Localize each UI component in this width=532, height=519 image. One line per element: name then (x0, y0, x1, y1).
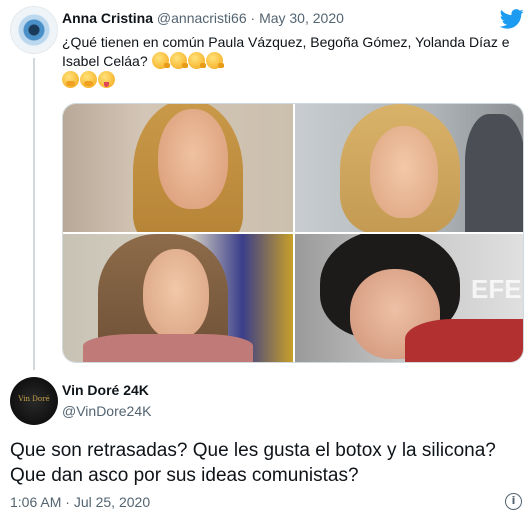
reply-tweet-text: Que son retrasadas? Que les gusta el bot… (10, 440, 496, 486)
face-with-hand-over-mouth-icon (62, 71, 79, 88)
photo-2[interactable] (295, 104, 523, 232)
thinking-face-icon (151, 52, 170, 69)
reply-author-handle[interactable]: @VinDore24K (62, 403, 151, 419)
author-avatar[interactable] (10, 6, 58, 54)
emoji-row-1 (151, 52, 224, 69)
photo-2-background-person (465, 114, 523, 232)
face-with-hand-over-mouth-icon (80, 71, 97, 88)
thinking-face-icon (205, 52, 224, 69)
thinking-face-icon (187, 52, 206, 69)
photo-3-coat (83, 334, 253, 362)
tweet-text-content: ¿Qué tienen en común Paula Vázquez, Bego… (62, 34, 510, 69)
reply-author-avatar[interactable]: Vin Doré (10, 377, 58, 425)
photo-grid: EFE (62, 103, 524, 363)
photo-4[interactable]: EFE (295, 234, 523, 362)
photo-3[interactable] (63, 234, 293, 362)
reply-date[interactable]: Jul 25, 2020 (74, 494, 150, 510)
separator-dot: · (250, 10, 256, 26)
photo-4-watermark: EFE (471, 274, 522, 304)
info-icon[interactable]: i (505, 493, 522, 510)
author-handle[interactable]: @annacristi66 (157, 10, 247, 26)
reply-timestamp[interactable]: 1:06 AM · Jul 25, 2020 (10, 494, 150, 510)
quoted-tweet[interactable]: Anna Cristina @annacristi66 · May 30, 20… (0, 0, 532, 372)
twitter-bird-icon[interactable] (500, 8, 524, 30)
photo-2-face (370, 126, 438, 218)
tweet-header: Anna Cristina @annacristi66 · May 30, 20… (62, 10, 344, 26)
photo-1-face (158, 109, 228, 209)
tweet-date[interactable]: May 30, 2020 (259, 10, 344, 26)
tweet-text: ¿Qué tienen en común Paula Vázquez, Bego… (62, 33, 524, 90)
thread-connector-line (33, 58, 35, 370)
photo-3-face (143, 249, 209, 339)
thinking-face-icon (169, 52, 188, 69)
photo-4-coat (405, 319, 523, 362)
separator-dot: · (65, 494, 70, 510)
squinting-face-with-tongue-icon (98, 71, 115, 88)
author-name[interactable]: Anna Cristina (62, 10, 153, 26)
reply-author-name[interactable]: Vin Doré 24K (62, 382, 149, 398)
reply-time[interactable]: 1:06 AM (10, 494, 61, 510)
emoji-row-2 (62, 71, 116, 88)
avatar-logo-text: Vin Doré (18, 395, 50, 403)
photo-1[interactable] (63, 104, 293, 232)
